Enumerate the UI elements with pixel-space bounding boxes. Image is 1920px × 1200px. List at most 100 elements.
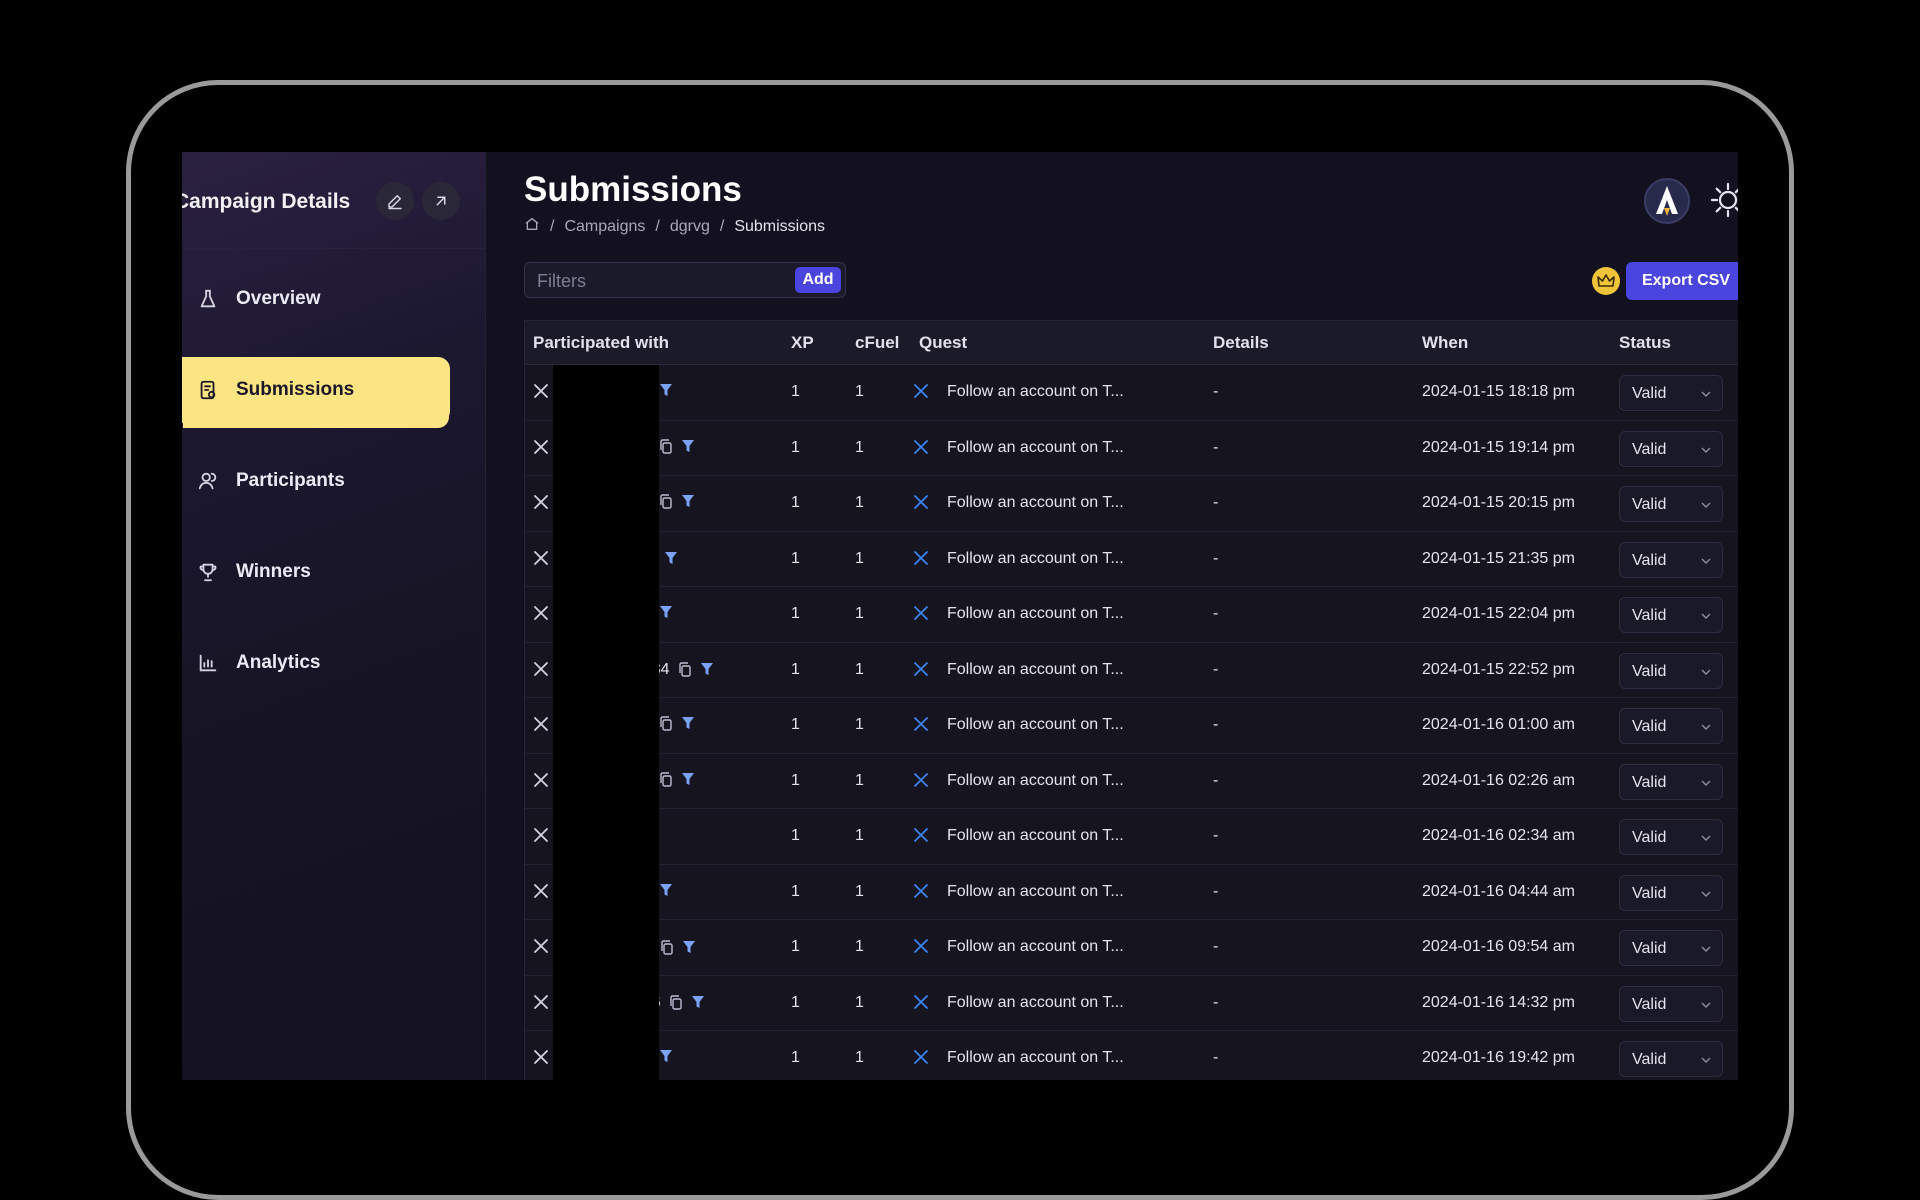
- filters-input[interactable]: [537, 270, 767, 292]
- submission-time: 2024-01-16 09:54 am: [1422, 938, 1575, 955]
- xp-value: 1: [791, 605, 800, 622]
- xp-value: 1: [791, 438, 800, 456]
- avatar[interactable]: [1644, 178, 1690, 224]
- participant-handle: [659, 883, 673, 898]
- x-twitter-icon: [913, 883, 929, 899]
- column-header-details: Details: [1213, 333, 1269, 352]
- status-select[interactable]: Valid: [1619, 874, 1723, 911]
- status-select[interactable]: Valid: [1619, 708, 1723, 744]
- status-select[interactable]: Valid: [1619, 430, 1723, 467]
- participant-handle: [659, 383, 673, 398]
- quest-name: Follow an account on T...: [947, 882, 1124, 900]
- table-row[interactable]: 1 1 Follow an account on T... - 2024-01-15 2…: [525, 587, 1738, 643]
- submissions-table: Participated with XP cFuel Quest Details…: [524, 320, 1738, 1080]
- copy-icon[interactable]: [659, 438, 673, 454]
- filter-icon[interactable]: [664, 551, 678, 566]
- status-select[interactable]: Valid: [1619, 486, 1723, 522]
- status-select[interactable]: Valid: [1619, 652, 1723, 689]
- chevron-down-icon: [1701, 1002, 1711, 1008]
- redacted-block: [553, 809, 659, 865]
- filter-icon[interactable]: [691, 995, 705, 1010]
- table-header: Participated with XP cFuel Quest Details…: [525, 321, 1738, 365]
- redacted-block: [553, 698, 659, 754]
- sidebar-item-analytics[interactable]: Analytics: [182, 630, 450, 696]
- table-row[interactable]: 893611Follow an account on T...-2024-01-…: [525, 975, 1738, 1032]
- filter-icon[interactable]: [682, 940, 696, 955]
- table-row[interactable]: 5418411Follow an account on T...-2024-01…: [525, 642, 1738, 699]
- x-twitter-icon: [533, 883, 549, 899]
- copy-icon[interactable]: [678, 662, 692, 677]
- sidebar-item-submissions[interactable]: Submissions: [182, 357, 450, 423]
- table-row[interactable]: 1 1 Follow an account on T... - 2024-01-16 0…: [525, 753, 1738, 810]
- chevron-down-icon: [1701, 835, 1711, 841]
- participant-handle: [659, 1049, 673, 1064]
- table-row[interactable]: 1 1 Follow an account on T... - 2024-01-16 0…: [525, 864, 1738, 921]
- filter-icon[interactable]: [659, 605, 673, 620]
- theme-toggle-sun-icon[interactable]: [1708, 180, 1738, 220]
- x-twitter-icon: [913, 772, 929, 788]
- details-value: -: [1213, 494, 1219, 511]
- cfuel-value: 1: [855, 1049, 864, 1066]
- redacted-block: [553, 587, 659, 643]
- filter-icon[interactable]: [700, 662, 714, 677]
- filter-icon[interactable]: [681, 439, 695, 454]
- breadcrumb: / Campaigns / dgrvg / Submissions: [524, 216, 825, 237]
- breadcrumb-link-campaign[interactable]: dgrvg: [670, 218, 710, 236]
- filter-icon[interactable]: [681, 716, 695, 731]
- breadcrumb-link-campaigns[interactable]: Campaigns: [564, 218, 645, 236]
- filter-icon[interactable]: [659, 383, 673, 398]
- table-row[interactable]: 1 1 Follow an account on T... - 2024-01-15 1…: [525, 420, 1738, 477]
- edit-button[interactable]: [376, 182, 414, 220]
- sidebar-item-overview[interactable]: Overview: [182, 266, 450, 332]
- home-icon[interactable]: [524, 216, 540, 237]
- table-row[interactable]: 1 1 Follow an account on T... - 2024-01-16 0…: [525, 809, 1738, 865]
- status-value: Valid: [1632, 718, 1667, 735]
- xp-value: 1: [791, 716, 800, 733]
- status-select[interactable]: Valid: [1619, 597, 1723, 633]
- copy-icon[interactable]: [659, 494, 673, 509]
- export-csv-button[interactable]: Export CSV: [1626, 262, 1738, 300]
- table-row[interactable]: 711Follow an account on T...-2024-01-15 …: [525, 531, 1738, 588]
- status-value: Valid: [1632, 829, 1667, 846]
- status-select[interactable]: Valid: [1619, 930, 1723, 966]
- copy-icon[interactable]: [659, 771, 673, 787]
- table-row[interactable]: 1 1 Follow an account on T... - 2024-01-15 1…: [525, 365, 1738, 421]
- xp-value: 1: [791, 771, 800, 789]
- sidebar-item-winners[interactable]: Winners: [182, 539, 450, 605]
- table-row[interactable]: 35811Follow an account on T...-2024-01-1…: [525, 920, 1738, 976]
- chevron-down-icon: [1701, 1057, 1711, 1063]
- redacted-block: [553, 642, 659, 699]
- status-select[interactable]: Valid: [1619, 541, 1723, 578]
- filter-icon[interactable]: [659, 1049, 673, 1064]
- add-filter-button[interactable]: Add: [795, 267, 841, 293]
- bar-chart-icon: [196, 651, 220, 675]
- status-select[interactable]: Valid: [1619, 375, 1723, 411]
- copy-icon[interactable]: [660, 939, 674, 955]
- cfuel-value: 1: [855, 438, 864, 456]
- column-header-when: When: [1422, 333, 1469, 352]
- filter-icon[interactable]: [681, 772, 695, 787]
- status-select[interactable]: Valid: [1619, 819, 1723, 855]
- copy-icon[interactable]: [669, 995, 683, 1010]
- x-twitter-icon: [913, 605, 929, 621]
- cfuel-value: 1: [855, 827, 864, 844]
- pencil-icon: [388, 195, 402, 210]
- status-value: Valid: [1632, 884, 1667, 902]
- submission-time: 2024-01-16 04:44 am: [1422, 882, 1575, 900]
- table-row[interactable]: 1 1 Follow an account on T... - 2024-01-16 1…: [525, 1031, 1738, 1080]
- copy-icon[interactable]: [659, 716, 673, 731]
- status-select[interactable]: Valid: [1619, 985, 1723, 1022]
- status-select[interactable]: Valid: [1619, 763, 1723, 800]
- chevron-down-icon: [1701, 502, 1711, 508]
- status-select[interactable]: Valid: [1619, 1041, 1723, 1077]
- table-row[interactable]: 1 1 Follow an account on T... - 2024-01-15 2…: [525, 476, 1738, 532]
- table-row[interactable]: 1 1 Follow an account on T... - 2024-01-16 0…: [525, 698, 1738, 754]
- cfuel-value: 1: [855, 771, 864, 789]
- x-twitter-icon: [913, 494, 929, 510]
- filter-icon[interactable]: [659, 883, 673, 898]
- cfuel-value: 1: [855, 993, 864, 1011]
- sidebar-item-participants[interactable]: Participants: [182, 448, 450, 514]
- open-external-button[interactable]: [422, 182, 460, 220]
- quest-name: Follow an account on T...: [947, 938, 1124, 955]
- filter-icon[interactable]: [681, 494, 695, 509]
